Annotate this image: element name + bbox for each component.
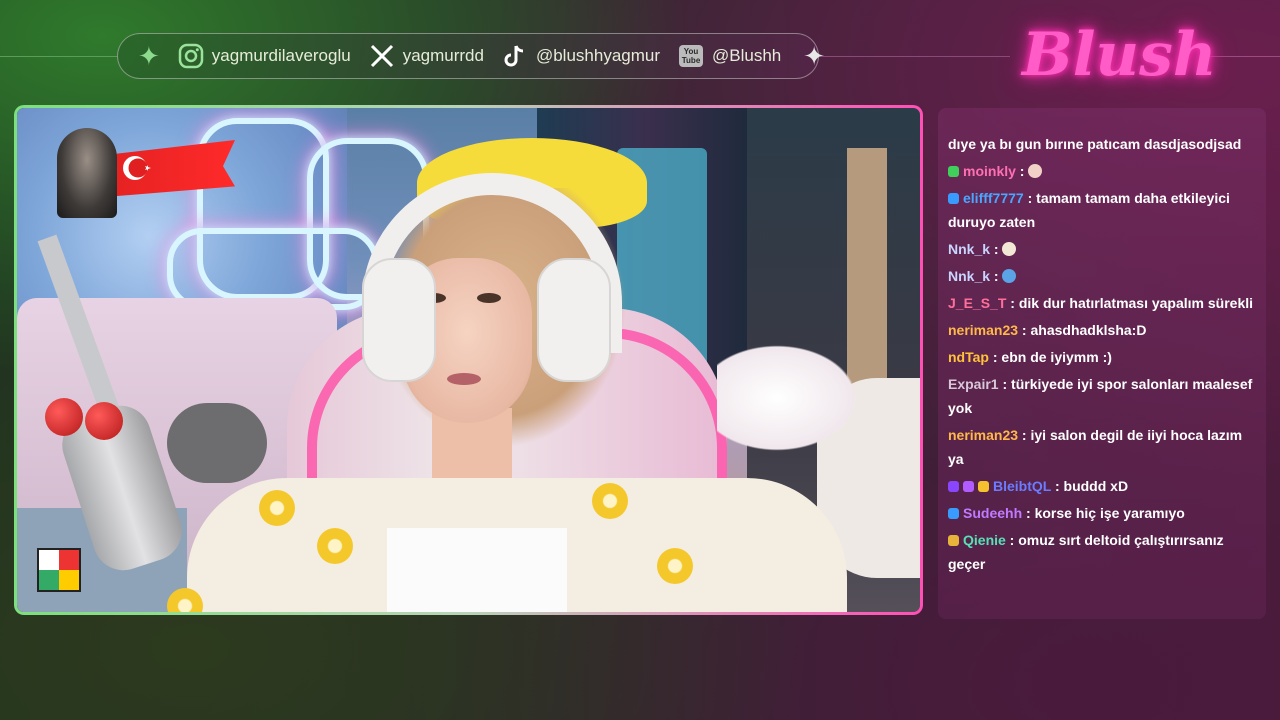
cherry: [85, 402, 123, 440]
chat-username[interactable]: moinkly: [963, 163, 1016, 179]
portrait-overlay: [57, 128, 117, 218]
chat-username[interactable]: elifff7777: [963, 190, 1024, 206]
chat-text: ahasdhadklsha:D: [1030, 322, 1147, 338]
sweater-flower: [592, 483, 628, 519]
chat-message: BleibtQL : buddd xD: [948, 474, 1256, 498]
chat-message: neriman23 : iyi salon degil de iiyi hoca…: [948, 423, 1256, 471]
unicorn-plush: [717, 338, 867, 458]
chat-username[interactable]: BleibtQL: [993, 478, 1051, 494]
flag-overlay: [25, 128, 235, 218]
microphone-windscreen: [167, 403, 267, 483]
green-check-badge-icon: [948, 166, 959, 177]
chat-text: korse hiç işe yaramıyo: [1034, 505, 1185, 521]
chat-message: moinkly :: [948, 159, 1256, 183]
stream-video-frame[interactable]: [14, 105, 923, 615]
social-handle: yagmurdilaveroglu: [211, 46, 351, 65]
youtube-icon-text-bottom: Tube: [681, 56, 701, 65]
chat-message: Expair1 : türkiyede iyi spor salonları m…: [948, 372, 1256, 420]
sweater-flower: [657, 548, 693, 584]
chat-separator: :: [1006, 295, 1019, 311]
chat-username[interactable]: ndTap: [948, 349, 989, 365]
cherry-decoration: [45, 398, 135, 448]
eye-emote-icon: [1002, 269, 1017, 283]
tiktok-icon: [500, 41, 530, 71]
chat-panel[interactable]: dıye ya bı gun bırıne patıcam dasdjasodj…: [938, 108, 1266, 619]
chat-username[interactable]: Nnk_k: [948, 268, 990, 284]
chat-message: J_E_S_T : dik dur hatırlatması yapalım s…: [948, 291, 1256, 315]
social-handle: yagmurrdd: [402, 46, 484, 65]
purple-shield-badge-icon: [963, 481, 974, 492]
cherry: [45, 398, 83, 436]
chat-message: ndTap : ebn de iyiymm :): [948, 345, 1256, 369]
social-handle: @blushhyagmur: [535, 46, 661, 65]
sweater-flower: [317, 528, 353, 564]
chat-username[interactable]: J_E_S_T: [948, 295, 1006, 311]
chat-username[interactable]: Expair1: [948, 376, 999, 392]
chat-message: Qienie : omuz sırt deltoid çalıştırırsan…: [948, 528, 1256, 576]
chat-message: Nnk_k :: [948, 237, 1256, 261]
chat-message: elifff7777 : tamam tamam daha etkileyici…: [948, 186, 1256, 234]
blue-cube-badge-icon: [948, 193, 959, 204]
sweater-flower: [259, 490, 295, 526]
chat-message-list: dıye ya bı gun bırıne patıcam dasdjasodj…: [948, 132, 1256, 576]
face-emote-icon: [1028, 164, 1043, 178]
streamer-mouth: [447, 373, 481, 385]
social-handle: @Blushh: [712, 46, 782, 65]
rubiks-cube: [37, 548, 81, 592]
gold-ring-badge-icon: [948, 535, 959, 546]
blue-cube-badge-icon: [948, 508, 959, 519]
chat-separator: :: [998, 376, 1012, 392]
sparkle-icon: ✦: [803, 40, 826, 71]
chat-username[interactable]: Nnk_k: [948, 241, 990, 257]
header-divider-left: [0, 56, 118, 57]
social-instagram[interactable]: yagmurdilaveroglu: [176, 41, 351, 71]
chat-separator: :: [1023, 190, 1037, 206]
chat-text: buddd xD: [1063, 478, 1129, 494]
youtube-icon-text-top: You: [683, 47, 699, 56]
chat-username[interactable]: neriman23: [948, 322, 1018, 338]
headphone-cup: [362, 258, 436, 382]
x-icon: [367, 41, 397, 71]
chat-separator: :: [1018, 322, 1031, 338]
chat-text: dıye ya bı gun bırıne patıcam dasdjasodj…: [948, 136, 1242, 152]
social-youtube[interactable]: You Tube @Blushh: [676, 41, 781, 71]
chat-message: Sudeehh : korse hiç işe yaramıyo: [948, 501, 1256, 525]
headphone-cup: [537, 258, 611, 382]
instagram-icon: [176, 41, 206, 71]
chat-separator: :: [990, 268, 1003, 284]
chat-separator: :: [1015, 163, 1029, 179]
social-tiktok[interactable]: @blushhyagmur: [500, 41, 660, 71]
chat-separator: :: [1022, 505, 1035, 521]
chat-message: Nnk_k :: [948, 264, 1256, 288]
purple-cube-badge-icon: [948, 481, 959, 492]
chat-username[interactable]: Qienie: [963, 532, 1006, 548]
streamer-top: [387, 528, 567, 612]
social-links-bar: ✦ yagmurdilaveroglu yagmurrdd @blushhyag…: [117, 33, 825, 79]
crescent-star-icon: [123, 156, 151, 180]
chat-separator: :: [990, 241, 1003, 257]
chat-message: neriman23 : ahasdhadklsha:D: [948, 318, 1256, 342]
chat-separator: :: [988, 349, 1002, 365]
chat-username[interactable]: neriman23: [948, 427, 1018, 443]
webcam-scene: [17, 108, 920, 612]
chat-separator: :: [1005, 532, 1019, 548]
chat-text: ebn de iyiymm :): [1001, 349, 1112, 365]
chat-username[interactable]: Sudeehh: [963, 505, 1022, 521]
sparkle-icon: ✦: [138, 40, 160, 71]
gold-crown-badge-icon: [978, 481, 989, 492]
youtube-icon: You Tube: [676, 41, 706, 71]
brand-logo: Blush: [1022, 20, 1217, 90]
social-x[interactable]: yagmurrdd: [367, 41, 484, 71]
header-divider-middle: [820, 56, 1010, 57]
duck-emote-icon: [1002, 242, 1017, 256]
chat-separator: :: [1018, 427, 1031, 443]
chat-text: dik dur hatırlatması yapalım sürekli: [1018, 295, 1254, 311]
chat-separator: :: [1051, 478, 1064, 494]
chat-message: dıye ya bı gun bırıne patıcam dasdjasodj…: [948, 132, 1256, 156]
